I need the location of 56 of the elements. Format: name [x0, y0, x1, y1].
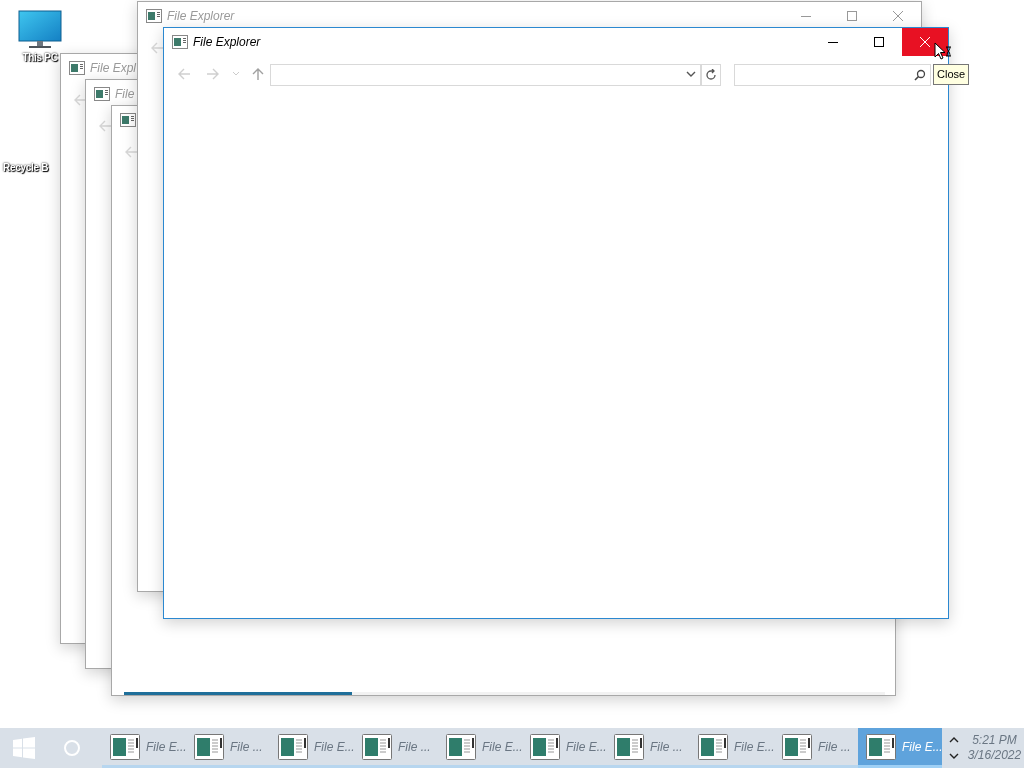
window-title: File Explorer: [167, 9, 235, 23]
refresh-button[interactable]: [701, 64, 721, 86]
maximize-icon: [847, 11, 857, 21]
close-icon: [920, 37, 930, 47]
app-icon: [782, 733, 812, 760]
taskbar-button[interactable]: File E...: [522, 728, 606, 768]
windows-logo-icon: [13, 737, 35, 759]
address-field[interactable]: [270, 64, 701, 86]
app-icon: [362, 733, 392, 760]
back-icon[interactable]: [73, 93, 87, 107]
app-icon: [278, 733, 308, 760]
app-icon: [194, 733, 224, 760]
back-icon[interactable]: [150, 41, 164, 55]
up-icon[interactable]: [251, 67, 265, 81]
app-icon: [146, 9, 162, 23]
taskbar-button[interactable]: File ...: [774, 728, 858, 768]
chevron-icon[interactable]: [686, 71, 696, 78]
maximize-icon: [874, 37, 884, 47]
taskbar-button[interactable]: File E...: [438, 728, 522, 768]
app-icon: [530, 733, 560, 760]
window-title: File: [115, 87, 135, 101]
app-icon: [866, 733, 896, 760]
taskbar-button[interactable]: File ...: [186, 728, 270, 768]
window-title: File Expl: [90, 61, 136, 75]
taskbar-button[interactable]: File E...: [102, 728, 186, 768]
taskbar-button[interactable]: File E...: [858, 728, 942, 768]
app-icon: [698, 733, 728, 760]
forward-icon[interactable]: [206, 67, 220, 81]
app-icon: [446, 733, 476, 760]
app-icon: [69, 61, 85, 75]
app-icon: [614, 733, 644, 760]
icon-label: This PC: [22, 51, 58, 65]
chevron-up-icon[interactable]: [949, 737, 959, 743]
search-field[interactable]: [734, 64, 931, 86]
chevron-down-icon[interactable]: [949, 753, 959, 759]
monitor-icon: [18, 10, 62, 50]
window-title: File Explorer: [193, 35, 261, 49]
search-icon: [914, 69, 926, 81]
app-icon: [94, 87, 110, 101]
tooltip: Close: [933, 64, 970, 85]
icon-label: Recycle B: [3, 161, 49, 175]
close-button[interactable]: [902, 28, 948, 56]
refresh-icon: [705, 69, 717, 81]
dropdown-icon[interactable]: [232, 71, 240, 77]
back-icon[interactable]: [124, 145, 138, 159]
app-icon: [110, 733, 140, 760]
taskbar-button[interactable]: File ...: [606, 728, 690, 768]
taskbar-button[interactable]: File ...: [354, 728, 438, 768]
app-icon: [172, 35, 188, 49]
clock[interactable]: 5:21 PM 3/16/2022: [965, 728, 1024, 768]
close-icon: [893, 11, 903, 21]
back-icon[interactable]: [177, 67, 191, 81]
taskbar-button[interactable]: File E...: [270, 728, 354, 768]
taskbar-button[interactable]: File E...: [690, 728, 774, 768]
circle-icon: [63, 739, 81, 757]
back-icon[interactable]: [98, 119, 112, 133]
